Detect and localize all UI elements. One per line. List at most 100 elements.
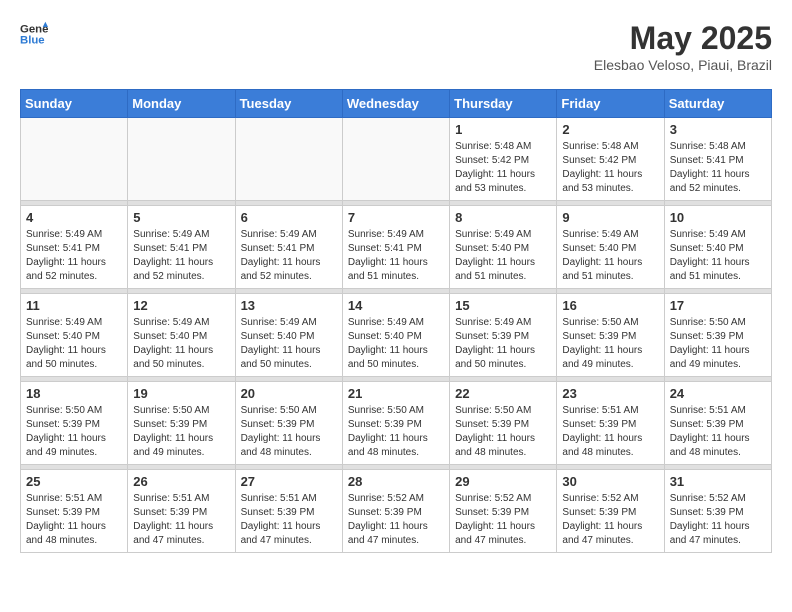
calendar-cell: 29 Sunrise: 5:52 AM Sunset: 5:39 PM Dayli… [450,470,557,553]
day-number: 8 [455,210,551,225]
day-detail: Sunrise: 5:50 AM Sunset: 5:39 PM Dayligh… [562,316,658,372]
calendar-cell: 13 Sunrise: 5:49 AM Sunset: 5:40 PM Dayli… [235,294,342,377]
svg-text:Blue: Blue [20,35,45,47]
day-detail: Sunrise: 5:49 AM Sunset: 5:40 PM Dayligh… [348,316,444,372]
day-detail: Sunrise: 5:49 AM Sunset: 5:40 PM Dayligh… [133,316,229,372]
logo-icon: General Blue [20,20,48,48]
calendar-cell: 1 Sunrise: 5:48 AM Sunset: 5:42 PM Daylig… [450,118,557,201]
day-number: 23 [562,386,658,401]
day-detail: Sunrise: 5:51 AM Sunset: 5:39 PM Dayligh… [26,492,122,548]
day-number: 3 [670,122,766,137]
day-detail: Sunrise: 5:50 AM Sunset: 5:39 PM Dayligh… [348,404,444,460]
weekday-header-wednesday: Wednesday [342,90,449,118]
calendar-cell: 31 Sunrise: 5:52 AM Sunset: 5:39 PM Dayli… [664,470,771,553]
calendar-cell [235,118,342,201]
calendar-cell: 22 Sunrise: 5:50 AM Sunset: 5:39 PM Dayli… [450,382,557,465]
calendar-cell: 8 Sunrise: 5:49 AM Sunset: 5:40 PM Daylig… [450,206,557,289]
day-detail: Sunrise: 5:50 AM Sunset: 5:39 PM Dayligh… [241,404,337,460]
weekday-header-saturday: Saturday [664,90,771,118]
calendar-cell: 16 Sunrise: 5:50 AM Sunset: 5:39 PM Dayli… [557,294,664,377]
day-number: 7 [348,210,444,225]
day-number: 24 [670,386,766,401]
calendar-cell: 28 Sunrise: 5:52 AM Sunset: 5:39 PM Dayli… [342,470,449,553]
day-detail: Sunrise: 5:50 AM Sunset: 5:39 PM Dayligh… [670,316,766,372]
day-number: 4 [26,210,122,225]
day-number: 12 [133,298,229,313]
day-number: 1 [455,122,551,137]
calendar-cell: 27 Sunrise: 5:51 AM Sunset: 5:39 PM Dayli… [235,470,342,553]
calendar-cell: 21 Sunrise: 5:50 AM Sunset: 5:39 PM Dayli… [342,382,449,465]
week-row-4: 25 Sunrise: 5:51 AM Sunset: 5:39 PM Dayli… [21,470,772,553]
title-block: May 2025 Elesbao Veloso, Piaui, Brazil [594,20,772,73]
day-number: 2 [562,122,658,137]
page-header: General Blue May 2025 Elesbao Veloso, Pi… [20,20,772,73]
day-detail: Sunrise: 5:49 AM Sunset: 5:41 PM Dayligh… [241,228,337,284]
day-detail: Sunrise: 5:52 AM Sunset: 5:39 PM Dayligh… [348,492,444,548]
weekday-header-sunday: Sunday [21,90,128,118]
calendar-cell: 17Sunrise: 5:50 AM Sunset: 5:39 PM Dayli… [664,294,771,377]
calendar-cell: 9Sunrise: 5:49 AM Sunset: 5:40 PM Daylig… [557,206,664,289]
weekday-header-tuesday: Tuesday [235,90,342,118]
calendar-table: SundayMondayTuesdayWednesdayThursdayFrid… [20,89,772,553]
day-detail: Sunrise: 5:51 AM Sunset: 5:39 PM Dayligh… [133,492,229,548]
day-number: 18 [26,386,122,401]
day-number: 21 [348,386,444,401]
weekday-header-thursday: Thursday [450,90,557,118]
calendar-cell [128,118,235,201]
day-detail: Sunrise: 5:49 AM Sunset: 5:39 PM Dayligh… [455,316,551,372]
day-detail: Sunrise: 5:48 AM Sunset: 5:41 PM Dayligh… [670,140,766,196]
day-detail: Sunrise: 5:49 AM Sunset: 5:41 PM Dayligh… [348,228,444,284]
calendar-cell: 14Sunrise: 5:49 AM Sunset: 5:40 PM Dayli… [342,294,449,377]
day-number: 10 [670,210,766,225]
weekday-header-row: SundayMondayTuesdayWednesdayThursdayFrid… [21,90,772,118]
calendar-cell [342,118,449,201]
day-number: 20 [241,386,337,401]
day-detail: Sunrise: 5:52 AM Sunset: 5:39 PM Dayligh… [455,492,551,548]
calendar-cell: 2 Sunrise: 5:48 AM Sunset: 5:42 PM Daylig… [557,118,664,201]
day-number: 13 [241,298,337,313]
day-detail: Sunrise: 5:51 AM Sunset: 5:39 PM Dayligh… [562,404,658,460]
location-subtitle: Elesbao Veloso, Piaui, Brazil [594,57,772,73]
day-detail: Sunrise: 5:50 AM Sunset: 5:39 PM Dayligh… [26,404,122,460]
day-number: 28 [348,474,444,489]
weekday-header-monday: Monday [128,90,235,118]
week-row-3: 18 Sunrise: 5:50 AM Sunset: 5:39 PM Dayli… [21,382,772,465]
day-number: 29 [455,474,551,489]
calendar-cell: 20 Sunrise: 5:50 AM Sunset: 5:39 PM Dayli… [235,382,342,465]
day-detail: Sunrise: 5:49 AM Sunset: 5:40 PM Dayligh… [455,228,551,284]
day-number: 5 [133,210,229,225]
day-detail: Sunrise: 5:52 AM Sunset: 5:39 PM Dayligh… [562,492,658,548]
day-number: 15 [455,298,551,313]
week-row-2: 11Sunrise: 5:49 AM Sunset: 5:40 PM Dayli… [21,294,772,377]
calendar-cell: 5Sunrise: 5:49 AM Sunset: 5:41 PM Daylig… [128,206,235,289]
calendar-cell: 3 Sunrise: 5:48 AM Sunset: 5:41 PM Daylig… [664,118,771,201]
day-detail: Sunrise: 5:50 AM Sunset: 5:39 PM Dayligh… [455,404,551,460]
day-number: 31 [670,474,766,489]
day-detail: Sunrise: 5:51 AM Sunset: 5:39 PM Dayligh… [670,404,766,460]
day-number: 6 [241,210,337,225]
calendar-cell [21,118,128,201]
calendar-cell: 6 Sunrise: 5:49 AM Sunset: 5:41 PM Daylig… [235,206,342,289]
day-number: 25 [26,474,122,489]
day-detail: Sunrise: 5:48 AM Sunset: 5:42 PM Dayligh… [562,140,658,196]
day-number: 9 [562,210,658,225]
calendar-cell: 12 Sunrise: 5:49 AM Sunset: 5:40 PM Dayli… [128,294,235,377]
calendar-cell: 19Sunrise: 5:50 AM Sunset: 5:39 PM Dayli… [128,382,235,465]
calendar-cell: 10 Sunrise: 5:49 AM Sunset: 5:40 PM Dayli… [664,206,771,289]
day-detail: Sunrise: 5:48 AM Sunset: 5:42 PM Dayligh… [455,140,551,196]
day-detail: Sunrise: 5:52 AM Sunset: 5:39 PM Dayligh… [670,492,766,548]
calendar-cell: 25 Sunrise: 5:51 AM Sunset: 5:39 PM Dayli… [21,470,128,553]
week-row-0: 1 Sunrise: 5:48 AM Sunset: 5:42 PM Daylig… [21,118,772,201]
day-detail: Sunrise: 5:49 AM Sunset: 5:40 PM Dayligh… [241,316,337,372]
logo: General Blue [20,20,48,48]
day-detail: Sunrise: 5:49 AM Sunset: 5:40 PM Dayligh… [670,228,766,284]
day-detail: Sunrise: 5:49 AM Sunset: 5:40 PM Dayligh… [26,316,122,372]
week-row-1: 4 Sunrise: 5:49 AM Sunset: 5:41 PM Daylig… [21,206,772,289]
day-number: 19 [133,386,229,401]
day-number: 27 [241,474,337,489]
day-detail: Sunrise: 5:51 AM Sunset: 5:39 PM Dayligh… [241,492,337,548]
day-number: 16 [562,298,658,313]
weekday-header-friday: Friday [557,90,664,118]
day-detail: Sunrise: 5:49 AM Sunset: 5:41 PM Dayligh… [26,228,122,284]
day-number: 22 [455,386,551,401]
